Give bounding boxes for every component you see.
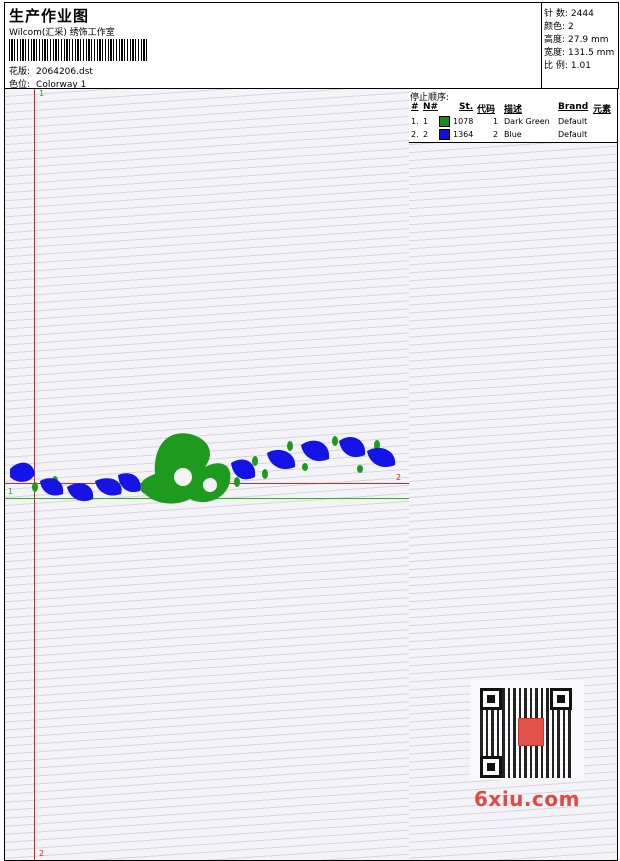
qr-finder-icon — [550, 688, 572, 710]
watermark-text: 6xiu.com — [474, 787, 580, 811]
page-title: 生产作业图 — [9, 7, 90, 25]
stat-value: 131.5 mm — [568, 48, 615, 58]
col-header-code: 代码 — [477, 105, 496, 115]
barcode — [9, 39, 147, 61]
color-swatch — [439, 129, 450, 140]
stat-label: 宽度: — [544, 48, 566, 58]
row-index: 1. — [411, 117, 419, 126]
row-brand: Default — [558, 117, 588, 126]
stat-width: 宽度: 131.5 mm — [544, 45, 614, 58]
stat-label: 针 数: — [544, 9, 568, 19]
row-stitches: 1364 — [453, 130, 474, 139]
stat-value: 2 — [568, 22, 574, 32]
header-panel: 生产作业图 Wilcom(汇采) 绣饰工作室 花版: 2064206.dst 色位… — [4, 2, 541, 90]
col-header-desc: 描述 — [504, 105, 523, 115]
stat-label: 比 例: — [544, 61, 568, 71]
col-header-stitches: St. — [459, 102, 474, 112]
row-n: 2 — [423, 130, 429, 139]
production-sheet: 生产作业图 Wilcom(汇采) 绣饰工作室 花版: 2064206.dst 色位… — [0, 0, 620, 861]
design-file-row: 花版: 2064206.dst — [9, 64, 93, 77]
qr-finder-icon — [480, 688, 502, 710]
col-header-index: # — [411, 102, 419, 112]
stat-value: 1.01 — [570, 61, 591, 71]
stat-value: 2444 — [570, 9, 594, 19]
row-n: 1 — [423, 117, 429, 126]
row-index: 2. — [411, 130, 419, 139]
seal-icon — [518, 718, 544, 746]
row-stitches: 1078 — [453, 117, 474, 126]
design-canvas[interactable]: 1 2 1 2 — [4, 88, 410, 861]
row-brand: Default — [558, 130, 588, 139]
qr-code-block — [470, 680, 584, 780]
stat-label: 高度: — [544, 35, 566, 45]
col-header-brand: Brand — [558, 102, 589, 112]
stat-label: 颜色: — [544, 22, 566, 32]
design-value: 2064206.dst — [36, 67, 93, 77]
stat-colors: 颜色: 2 — [544, 19, 574, 32]
qr-code — [480, 688, 572, 778]
row-desc: Dark Green — [504, 117, 550, 126]
qr-finder-icon — [480, 756, 502, 778]
color-swatch — [439, 116, 450, 127]
stat-scale: 比 例: 1.01 — [544, 58, 591, 71]
stat-value: 27.9 mm — [568, 35, 609, 45]
stop-sequence-table: 停止顺序: # N# St. 代码 描述 Brand 元素 1. 1 1078 … — [409, 89, 617, 143]
row-code: 2 — [493, 130, 499, 139]
design-label: 花版: — [9, 67, 31, 77]
stats-panel: 针 数: 2444 颜色: 2 高度: 27.9 mm 宽度: 131.5 mm 比 例… — [541, 2, 619, 89]
row-desc: Blue — [504, 130, 522, 139]
row-code: 1 — [493, 117, 499, 126]
embroidery-preview — [10, 433, 396, 504]
studio-subtitle: Wilcom(汇采) 绣饰工作室 — [9, 28, 115, 38]
stat-stitches: 针 数: 2444 — [544, 6, 594, 19]
col-header-element: 元素 — [593, 105, 612, 115]
col-header-n: N# — [423, 102, 439, 112]
stat-height: 高度: 27.9 mm — [544, 32, 608, 45]
